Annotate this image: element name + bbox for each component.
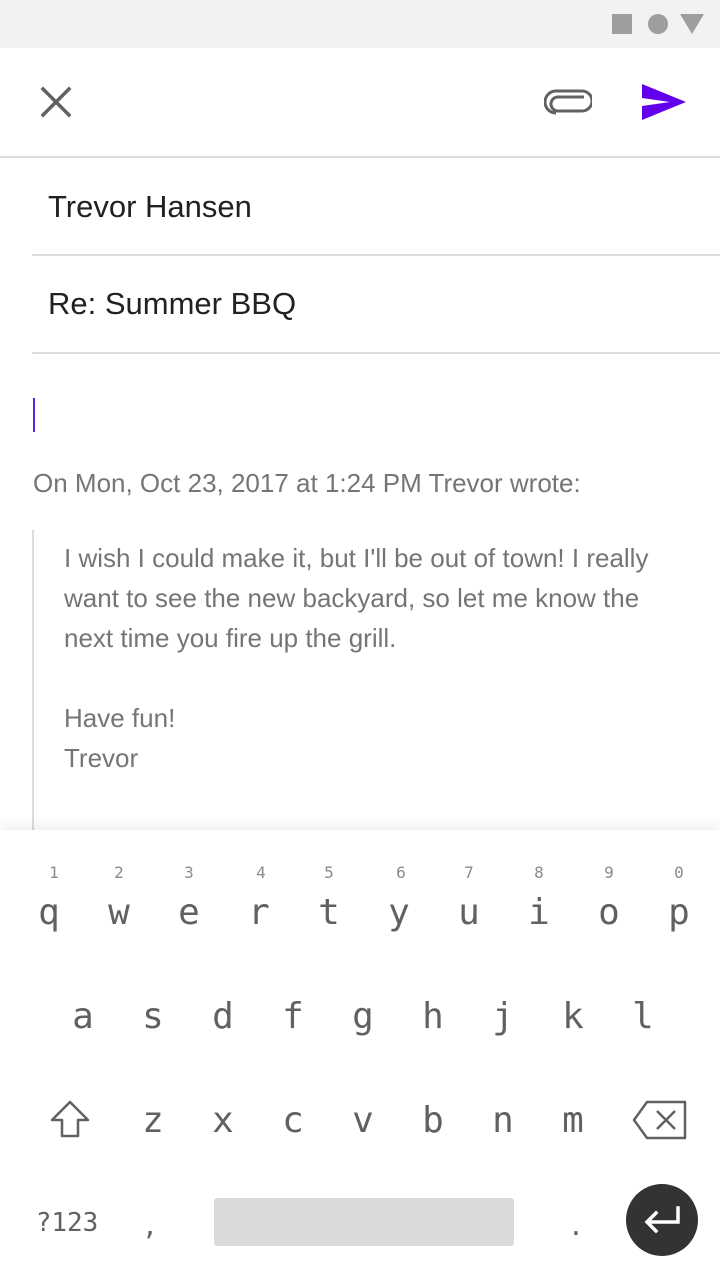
key-h[interactable]: h <box>408 996 458 1037</box>
key-r[interactable]: r <box>234 892 284 933</box>
key-c[interactable]: c <box>268 1100 318 1141</box>
key-o[interactable]: o <box>584 892 634 933</box>
key-b[interactable]: b <box>408 1100 458 1141</box>
key-l[interactable]: l <box>618 996 668 1037</box>
quoted-message: I wish I could make it, but I'll be out … <box>32 530 674 830</box>
close-button[interactable] <box>28 74 84 130</box>
quoted-body: I wish I could make it, but I'll be out … <box>64 543 649 653</box>
key-f[interactable]: f <box>268 996 318 1037</box>
key-m[interactable]: m <box>548 1100 598 1141</box>
period-key[interactable]: . <box>562 1212 590 1242</box>
status-bar <box>0 0 720 48</box>
key-g[interactable]: g <box>338 996 388 1037</box>
key-n[interactable]: n <box>478 1100 528 1141</box>
quote-header: On Mon, Oct 23, 2017 at 1:24 PM Trevor w… <box>33 468 581 498</box>
key-k[interactable]: k <box>548 996 598 1037</box>
key-q[interactable]: q <box>24 892 74 933</box>
key-a[interactable]: a <box>58 996 108 1037</box>
key-hint: 1 <box>49 863 59 882</box>
key-p[interactable]: p <box>654 892 704 933</box>
subject-field-value: Re: Summer BBQ <box>48 286 297 321</box>
key-s[interactable]: s <box>128 996 178 1037</box>
key-v[interactable]: v <box>338 1100 388 1141</box>
key-u[interactable]: u <box>444 892 494 933</box>
key-t[interactable]: t <box>304 892 354 933</box>
key-hint: 6 <box>396 863 406 882</box>
space-key[interactable] <box>214 1198 514 1246</box>
key-x[interactable]: x <box>198 1100 248 1141</box>
home-icon <box>648 14 668 34</box>
key-hint: 3 <box>184 863 194 882</box>
key-z[interactable]: z <box>128 1100 178 1141</box>
key-hint: 2 <box>114 863 124 882</box>
compose-toolbar <box>0 48 720 158</box>
shift-key[interactable] <box>44 1098 96 1146</box>
key-hint: 5 <box>324 863 334 882</box>
key-hint: 0 <box>674 863 684 882</box>
backspace-key[interactable] <box>630 1098 690 1146</box>
enter-key[interactable] <box>626 1184 698 1256</box>
recents-icon <box>612 14 632 34</box>
quoted-signature: Trevor <box>64 743 139 773</box>
text-cursor <box>33 398 35 432</box>
to-field-value: Trevor Hansen <box>48 189 252 224</box>
key-e[interactable]: e <box>164 892 214 933</box>
key-w[interactable]: w <box>94 892 144 933</box>
key-j[interactable]: j <box>478 996 528 1037</box>
send-icon <box>642 84 686 120</box>
key-hint: 8 <box>534 863 544 882</box>
key-y[interactable]: y <box>374 892 424 933</box>
send-button[interactable] <box>634 74 694 130</box>
key-i[interactable]: i <box>514 892 564 933</box>
close-icon <box>40 86 72 118</box>
key-hint: 7 <box>464 863 474 882</box>
shift-icon <box>50 1100 90 1138</box>
comma-key[interactable]: , <box>136 1212 164 1242</box>
quoted-signoff: Have fun! <box>64 703 176 733</box>
back-icon <box>680 14 704 34</box>
key-hint: 9 <box>604 863 614 882</box>
paperclip-icon <box>544 89 592 115</box>
subject-field[interactable]: Re: Summer BBQ <box>32 256 720 354</box>
soft-keyboard: 1 2 3 4 5 6 7 8 9 0 q w e r t y u i o p … <box>0 830 720 1280</box>
key-d[interactable]: d <box>198 996 248 1037</box>
backspace-icon <box>632 1100 687 1140</box>
attach-button[interactable] <box>536 74 600 130</box>
key-hint: 4 <box>256 863 266 882</box>
to-field[interactable]: Trevor Hansen <box>32 160 720 256</box>
symbols-key[interactable]: ?123 <box>30 1208 104 1238</box>
enter-icon <box>644 1206 680 1234</box>
